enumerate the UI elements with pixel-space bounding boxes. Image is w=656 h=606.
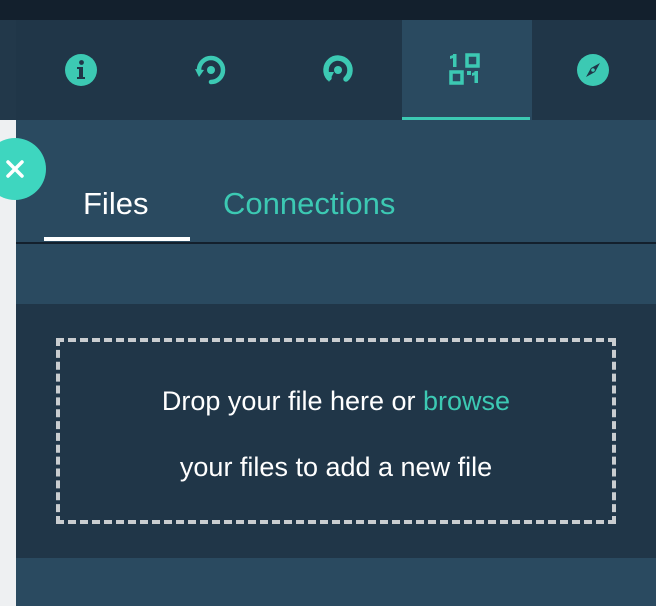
qr-code-icon [449, 53, 480, 85]
info-icon [65, 54, 97, 86]
dropzone-prompt: Drop your file here or [161, 386, 424, 416]
file-drop-area: Drop your file here or browse your files… [16, 304, 656, 558]
info-button[interactable] [16, 20, 146, 120]
active-tab-indicator [44, 237, 190, 241]
close-icon [6, 160, 24, 178]
window-top-strip [0, 0, 656, 20]
panel-tabs: Files Connections [16, 120, 656, 244]
compass-icon [577, 54, 609, 86]
tab-files[interactable]: Files [83, 186, 148, 222]
dropzone-text-line2: your files to add a new file [179, 452, 493, 482]
qr-code-button[interactable] [402, 20, 530, 120]
refresh-location-icon [195, 55, 226, 85]
sync-icon [323, 55, 353, 82]
dropzone-text-line1: Drop your file here or browse [60, 386, 612, 417]
panel-toolbar [16, 20, 656, 120]
tab-connections[interactable]: Connections [223, 186, 395, 222]
sync-button[interactable] [274, 20, 402, 120]
refresh-location-button[interactable] [146, 20, 274, 120]
left-shadow [0, 20, 16, 120]
toolbar-separator [530, 20, 532, 120]
browse-link[interactable]: browse [423, 386, 510, 416]
file-dropzone[interactable]: Drop your file here or browse your files… [56, 338, 616, 524]
tabs-divider [16, 242, 656, 244]
compass-button[interactable] [530, 20, 656, 120]
